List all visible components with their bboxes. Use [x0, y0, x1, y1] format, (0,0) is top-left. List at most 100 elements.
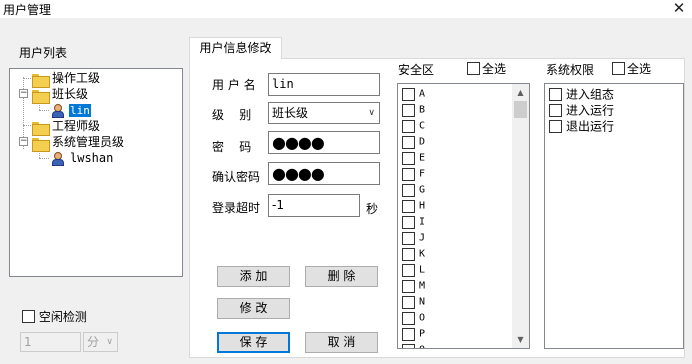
permissions-list[interactable]: 进入组态 进入运行 退出运行: [544, 83, 684, 349]
security-zone-item[interactable]: C: [402, 118, 425, 134]
scroll-up-icon[interactable]: ▲: [512, 84, 529, 101]
security-zone-item[interactable]: H: [402, 198, 425, 214]
permission-item[interactable]: 退出运行: [549, 118, 614, 134]
security-zone-checkbox[interactable]: [402, 296, 415, 309]
permissions-title: 系统权限: [546, 63, 595, 77]
timeout-unit-label: 秒: [366, 202, 379, 216]
collapse-icon[interactable]: −: [19, 89, 28, 98]
security-zone-item[interactable]: O: [402, 310, 425, 326]
security-zone-checkbox[interactable]: [402, 120, 415, 133]
security-zone-list[interactable]: ABCDEFGHIJKLMNOP Q ▲ ▼: [397, 83, 530, 349]
permission-checkbox[interactable]: [549, 88, 562, 101]
level-select[interactable]: 班长级 ∨: [268, 102, 380, 124]
security-zone-checkbox[interactable]: [402, 248, 415, 261]
idle-minutes-input[interactable]: 1: [20, 332, 81, 352]
scroll-thumb[interactable]: [514, 101, 527, 118]
tree-node-user-lin[interactable]: lin: [50, 103, 91, 118]
security-zone-item[interactable]: P: [402, 326, 425, 342]
permission-item[interactable]: 进入组态: [549, 86, 614, 102]
security-zone-item[interactable]: L: [402, 262, 425, 278]
user-tree[interactable]: 操作工级 − 班长级 lin 工程师级 − 系统管理员级 lwshan: [9, 68, 183, 277]
security-zone-label: I: [419, 216, 426, 228]
permission-label: 进入运行: [566, 103, 615, 118]
username-label: 用 户 名: [212, 78, 256, 92]
chevron-down-icon: ∨: [368, 108, 375, 118]
confirm-password-input[interactable]: ●●●●: [268, 162, 380, 185]
tree-node-team-leader[interactable]: 班长级: [32, 87, 89, 104]
tree-node-admin[interactable]: 系统管理员级: [32, 135, 125, 152]
permission-item[interactable]: 进入运行: [549, 102, 614, 118]
modify-button[interactable]: 修 改: [217, 298, 290, 319]
permissions-select-all[interactable]: 全选: [612, 60, 651, 77]
security-zone-checkbox[interactable]: [402, 312, 415, 325]
security-zone-item[interactable]: J: [402, 230, 425, 246]
permission-checkbox[interactable]: [549, 120, 562, 133]
tree-node-label: lin: [69, 104, 91, 117]
security-zone-checkbox[interactable]: [402, 168, 415, 181]
security-zone-item[interactable]: N: [402, 294, 425, 310]
save-button[interactable]: 保 存: [217, 332, 290, 353]
security-zone-label: E: [419, 152, 426, 164]
title-bar: [0, 0, 692, 18]
security-zone-label: P: [419, 328, 426, 340]
tree-node-operator[interactable]: 操作工级: [32, 71, 101, 88]
security-zone-label: D: [419, 136, 426, 148]
security-select-all-checkbox[interactable]: [467, 62, 480, 75]
idle-check[interactable]: 空闲检测: [22, 308, 87, 325]
scrollbar[interactable]: ▲ ▼: [512, 84, 529, 348]
tree-node-label: 操作工级: [52, 71, 101, 85]
idle-unit-select[interactable]: 分 ∨: [83, 332, 118, 352]
permissions-select-all-checkbox[interactable]: [612, 62, 625, 75]
user-icon: [50, 103, 66, 118]
login-timeout-input[interactable]: -1: [268, 194, 360, 217]
security-zone-checkbox[interactable]: [402, 328, 415, 341]
tree-node-user-lwshan[interactable]: lwshan: [50, 151, 114, 166]
permission-checkbox[interactable]: [549, 104, 562, 117]
security-zone-item[interactable]: I: [402, 214, 425, 230]
security-select-all[interactable]: 全选: [467, 60, 506, 77]
security-zone-checkbox[interactable]: [402, 200, 415, 213]
security-zone-checkbox[interactable]: [402, 152, 415, 165]
security-zone-label: L: [419, 264, 426, 276]
security-zone-label: G: [419, 184, 426, 196]
tree-node-label: 班长级: [52, 87, 89, 101]
security-zone-item[interactable]: G: [402, 182, 425, 198]
security-zone-label: N: [419, 296, 426, 308]
collapse-icon[interactable]: −: [19, 137, 28, 146]
cancel-button[interactable]: 取 消: [305, 332, 378, 353]
security-zone-item[interactable]: M: [402, 278, 425, 294]
security-zone-checkbox[interactable]: [402, 264, 415, 277]
security-zone-checkbox[interactable]: [402, 88, 415, 101]
folder-icon: [32, 136, 50, 152]
delete-button[interactable]: 删 除: [305, 266, 378, 287]
security-zone-item[interactable]: E: [402, 150, 425, 166]
security-zone-checkbox[interactable]: [402, 216, 415, 229]
security-zone-label: C: [419, 120, 426, 132]
scroll-down-icon[interactable]: ▼: [512, 331, 529, 348]
security-zone-item[interactable]: Q: [402, 342, 425, 348]
username-input[interactable]: lin: [268, 73, 380, 96]
security-zone-checkbox[interactable]: [402, 344, 415, 348]
tree-node-engineer[interactable]: 工程师级: [32, 119, 101, 136]
tab-user-info[interactable]: 用户信息修改: [189, 37, 282, 59]
window-title: 用户管理: [3, 3, 52, 17]
security-zone-label: F: [419, 168, 426, 180]
user-list-label: 用户列表: [19, 46, 68, 60]
password-input[interactable]: ●●●●: [268, 131, 380, 154]
security-zone-item[interactable]: F: [402, 166, 425, 182]
security-zone-checkbox[interactable]: [402, 280, 415, 293]
security-zone-checkbox[interactable]: [402, 136, 415, 149]
security-zone-item[interactable]: D: [402, 134, 425, 150]
security-zone-checkbox[interactable]: [402, 104, 415, 117]
security-zone-checkbox[interactable]: [402, 184, 415, 197]
permission-label: 进入组态: [566, 87, 615, 102]
permission-label: 退出运行: [566, 119, 615, 134]
security-zone-checkbox[interactable]: [402, 232, 415, 245]
security-zone-item[interactable]: K: [402, 246, 425, 262]
close-icon[interactable]: ✕: [669, 0, 689, 17]
add-button[interactable]: 添 加: [217, 266, 290, 287]
security-zone-item[interactable]: A: [402, 86, 425, 102]
security-zone-item[interactable]: B: [402, 102, 425, 118]
security-zone-title: 安全区: [398, 63, 435, 77]
idle-check-checkbox[interactable]: [22, 310, 35, 323]
